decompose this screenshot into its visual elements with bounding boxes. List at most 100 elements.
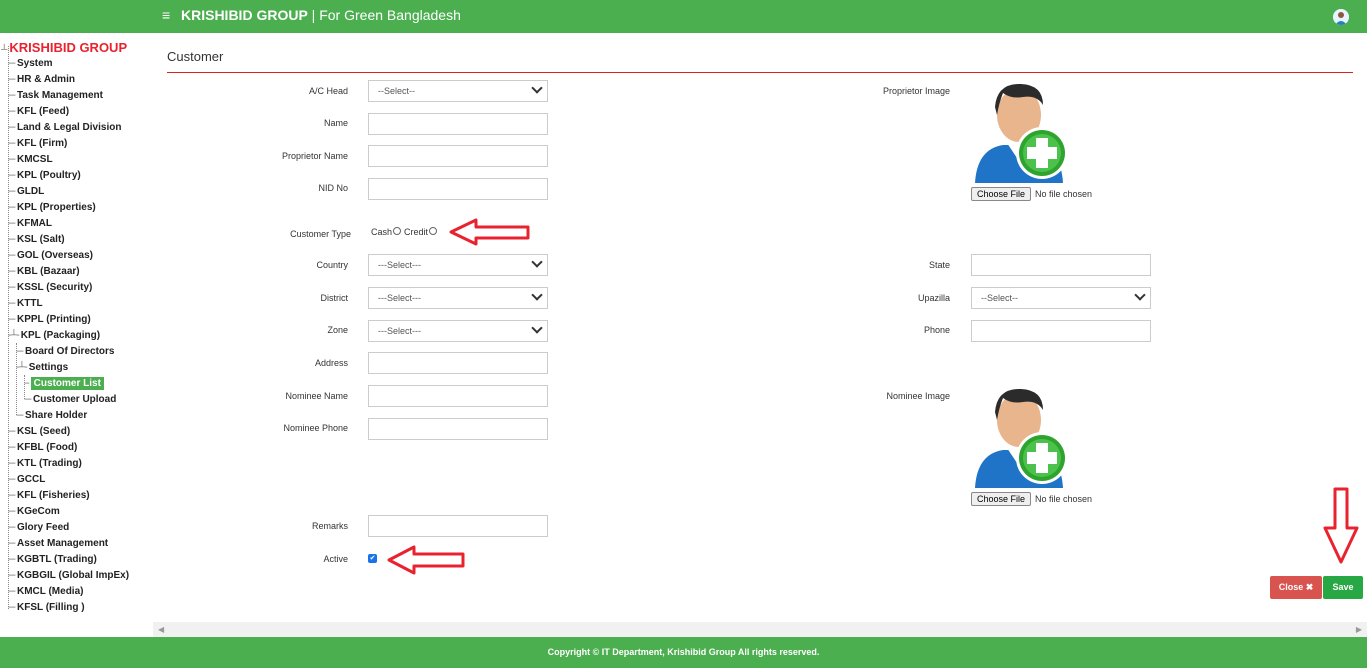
phone-label: Phone — [923, 325, 950, 335]
customer-type-label: Customer Type — [290, 229, 351, 239]
save-button[interactable]: Save — [1323, 576, 1363, 599]
credit-radio[interactable] — [429, 227, 438, 235]
sidebar-item-settings[interactable]: -┴- Settings — [16, 361, 68, 375]
sidebar-item-kgbgil[interactable]: --- KGBGIL (Global ImpEx) — [8, 569, 129, 583]
annotation-arrow-left-icon — [387, 545, 465, 575]
remarks-label: Remarks — [311, 521, 348, 531]
address-input[interactable] — [368, 352, 548, 374]
sidebar-item-glory-feed[interactable]: --- Glory Feed — [8, 521, 69, 535]
proprietor-file-status: No file chosen — [1035, 189, 1093, 199]
proprietor-choose-file-button[interactable]: Choose File — [971, 187, 1032, 201]
scroll-right-icon[interactable]: ▶ — [1356, 625, 1362, 634]
sidebar-item-kpl-poultry[interactable]: --- KPL (Poultry) — [8, 169, 81, 183]
nominee-name-label: Nominee Name — [285, 391, 348, 401]
page-title: Customer — [167, 49, 224, 64]
brand-title: KRISHIBID GROUP | For Green Bangladesh — [181, 7, 461, 23]
user-avatar[interactable] — [1333, 9, 1349, 25]
district-select[interactable]: ---Select--- — [368, 287, 548, 309]
district-label: District — [320, 293, 349, 303]
sidebar-item-kfbl-food[interactable]: --- KFBL (Food) — [8, 441, 77, 455]
sidebar-item-kppl-printing[interactable]: --- KPPL (Printing) — [8, 313, 91, 327]
footer: Copyright © IT Department, Krishibid Gro… — [0, 637, 1367, 668]
remarks-input[interactable] — [368, 515, 548, 537]
sidebar-item-ktl-trading[interactable]: --- KTL (Trading) — [8, 457, 82, 471]
annotation-arrow-left-icon — [449, 218, 530, 246]
nominee-placeholder-image[interactable] — [973, 384, 1069, 488]
sidebar-item-kpl-properties[interactable]: --- KPL (Properties) — [8, 201, 96, 215]
sidebar-item-kfmal[interactable]: --- KFMAL — [8, 217, 52, 231]
chevron-down-icon — [531, 289, 543, 301]
sidebar-item-hr-admin[interactable]: --- HR & Admin — [8, 73, 75, 87]
cash-label: Cash — [371, 227, 393, 237]
ac-head-label: A/C Head — [308, 86, 348, 96]
proprietor-file-input[interactable]: Choose File No file chosen — [971, 187, 1092, 201]
sidebar-item-kttl[interactable]: --- KTTL — [8, 297, 43, 311]
active-label: Active — [323, 554, 348, 564]
country-select[interactable]: ---Select--- — [368, 254, 548, 276]
name-input[interactable] — [368, 113, 548, 135]
ac-head-select[interactable]: --Select-- — [368, 80, 548, 102]
sidebar-item-customer-upload[interactable]: --- Customer Upload — [24, 393, 116, 407]
zone-label: Zone — [327, 325, 348, 335]
upazilla-select[interactable]: --Select-- — [971, 287, 1151, 309]
nid-label: NID No — [318, 183, 348, 193]
active-checkbox[interactable]: ✔ — [368, 554, 377, 563]
hamburger-icon[interactable]: ≡ — [162, 7, 170, 23]
sidebar-item-kgecom[interactable]: --- KGeCom — [8, 505, 60, 519]
address-label: Address — [314, 358, 348, 368]
customer-type-group: Cash Credit — [371, 227, 440, 237]
upazilla-label: Upazilla — [917, 293, 950, 303]
proprietor-placeholder-image[interactable] — [973, 79, 1069, 183]
credit-label: Credit — [404, 227, 429, 237]
close-button[interactable]: Close ✖ — [1270, 576, 1322, 599]
nominee-phone-input[interactable] — [368, 418, 548, 440]
sidebar-item-gccl[interactable]: --- GCCL — [8, 473, 45, 487]
sidebar-item-gol-overseas[interactable]: --- GOL (Overseas) — [8, 249, 93, 263]
state-label: State — [928, 260, 950, 270]
nid-input[interactable] — [368, 178, 548, 200]
sidebar-item-task-management[interactable]: --- Task Management — [8, 89, 103, 103]
zone-select[interactable]: ---Select--- — [368, 320, 548, 342]
nominee-phone-label: Nominee Phone — [283, 423, 348, 433]
sidebar-item-kssl-security[interactable]: --- KSSL (Security) — [8, 281, 92, 295]
sidebar-item-kpl-packaging[interactable]: -┴- KPL (Packaging) — [8, 329, 100, 343]
sidebar-item-kmcl-media[interactable]: --- KMCL (Media) — [8, 585, 83, 599]
sidebar-item-kfl-fisheries[interactable]: --- KFL (Fisheries) — [8, 489, 90, 503]
sidebar-item-kfl-firm[interactable]: --- KFL (Firm) — [8, 137, 67, 151]
horizontal-scrollbar[interactable]: ◀ ▶ — [153, 622, 1367, 637]
sidebar-item-land-legal[interactable]: --- Land & Legal Division — [8, 121, 121, 135]
chevron-down-icon — [531, 322, 543, 334]
scroll-left-icon[interactable]: ◀ — [158, 625, 164, 634]
chevron-down-icon — [531, 82, 543, 94]
nominee-file-input[interactable]: Choose File No file chosen — [971, 492, 1092, 506]
tree-root[interactable]: ┴ KRISHIBID GROUP — [1, 40, 127, 55]
sidebar-item-ksl-seed[interactable]: --- KSL (Seed) — [8, 425, 70, 439]
nominee-name-input[interactable] — [368, 385, 548, 407]
sidebar-item-kfl-feed[interactable]: --- KFL (Feed) — [8, 105, 69, 119]
nominee-image-label: Nominee Image — [886, 391, 950, 401]
chevron-down-icon — [531, 256, 543, 268]
sidebar-item-asset-management[interactable]: --- Asset Management — [8, 537, 108, 551]
state-input[interactable] — [971, 254, 1151, 276]
sidebar-tree: ┴ KRISHIBID GROUP --- System --- HR & Admin… — [0, 33, 153, 637]
sidebar-item-ksl-salt[interactable]: --- KSL (Salt) — [8, 233, 65, 247]
country-label: Country — [316, 260, 348, 270]
sidebar-item-board-of-directors[interactable]: --- Board Of Directors — [16, 345, 114, 359]
proprietor-name-label: Proprietor Name — [281, 151, 348, 161]
sidebar-item-kmcsl[interactable]: --- KMCSL — [8, 153, 53, 167]
annotation-arrow-down-icon — [1323, 487, 1359, 564]
sidebar-item-share-holder[interactable]: --- Share Holder — [16, 409, 87, 423]
name-label: Name — [323, 118, 348, 128]
proprietor-name-input[interactable] — [368, 145, 548, 167]
phone-input[interactable] — [971, 320, 1151, 342]
nominee-choose-file-button[interactable]: Choose File — [971, 492, 1032, 506]
chevron-down-icon — [1134, 289, 1146, 301]
sidebar-item-customer-list[interactable]: -- Customer List — [24, 377, 104, 391]
sidebar-item-kgbtl-trading[interactable]: --- KGBTL (Trading) — [8, 553, 97, 567]
sidebar-item-system[interactable]: --- System — [8, 57, 53, 71]
sidebar-item-kbl-bazaar[interactable]: --- KBL (Bazaar) — [8, 265, 80, 279]
cash-radio[interactable] — [393, 227, 402, 235]
nominee-file-status: No file chosen — [1035, 494, 1093, 504]
sidebar-item-kfsl-filling[interactable]: --- KFSL (Filling ) — [8, 601, 85, 615]
sidebar-item-gldl[interactable]: --- GLDL — [8, 185, 44, 199]
